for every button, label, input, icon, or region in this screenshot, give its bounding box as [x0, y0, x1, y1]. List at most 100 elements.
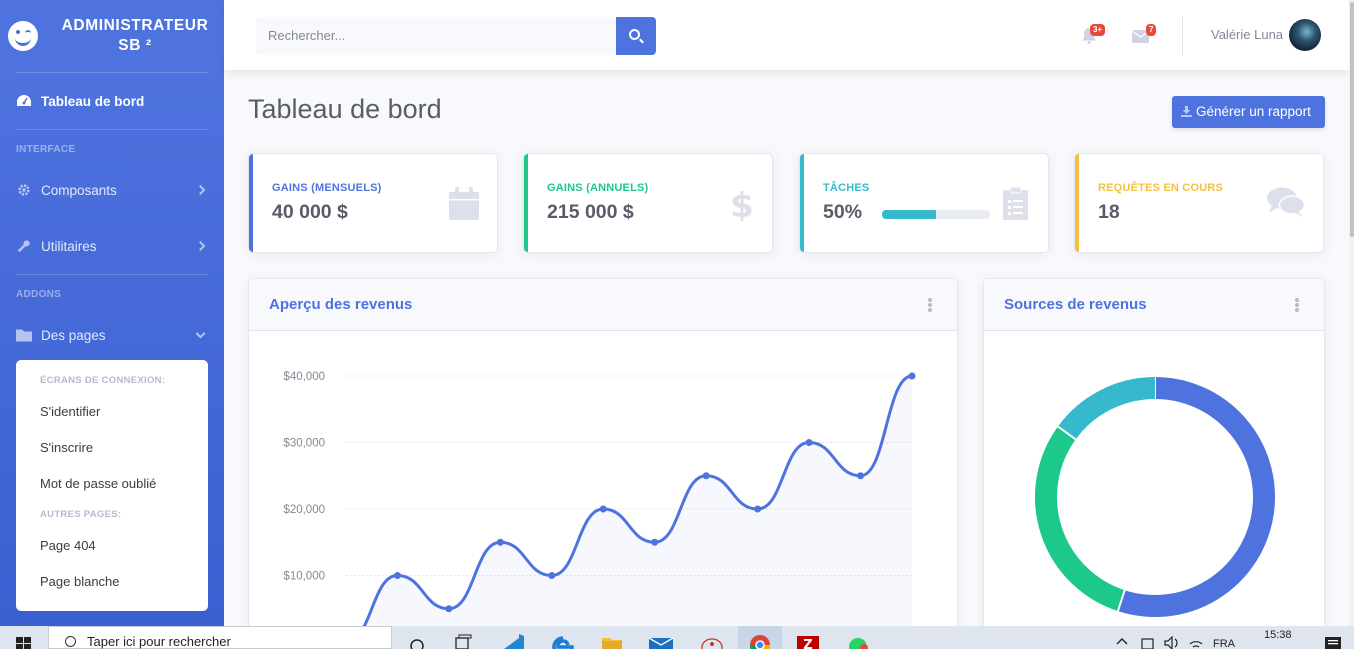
- sidebar-heading-addons: ADDONS: [16, 289, 62, 300]
- avatar[interactable]: [1289, 19, 1321, 51]
- y-tick-label: $30,000: [283, 438, 325, 450]
- sidebar-item-pages[interactable]: Des pages: [0, 307, 224, 363]
- svg-text:Z: Z: [803, 638, 812, 649]
- data-point: [857, 472, 865, 480]
- data-point: [908, 372, 916, 380]
- sidebar-item-components[interactable]: Composants: [0, 162, 224, 218]
- data-point: [599, 505, 607, 513]
- sidebar-item-label: Utilitaires: [41, 238, 97, 254]
- stat-value: 50%: [823, 201, 863, 223]
- sidebar-item-label: Des pages: [41, 327, 106, 343]
- file-explorer-icon[interactable]: [600, 632, 622, 649]
- tray-chevron-up-icon[interactable]: [1116, 636, 1128, 649]
- taskbar-search-input[interactable]: Taper ici pour rechercher: [48, 626, 392, 649]
- submenu-item-login[interactable]: S'identifier: [16, 394, 208, 430]
- progress-fill: [882, 210, 936, 219]
- windows-start-icon[interactable]: [16, 637, 32, 649]
- donut-slice: [1035, 426, 1125, 612]
- clipboard-icon: [1003, 187, 1028, 220]
- data-point: [651, 538, 659, 546]
- search-icon: [65, 636, 76, 647]
- submenu-heading-other: AUTRES PAGES:: [40, 509, 122, 520]
- generate-report-label: Générer un rapport: [1196, 104, 1311, 119]
- taskbar-search-placeholder: Taper ici pour rechercher: [87, 634, 231, 649]
- language-indicator[interactable]: FRA: [1213, 638, 1235, 649]
- chrome-icon[interactable]: [738, 626, 782, 649]
- download-icon: [1181, 106, 1192, 117]
- card-header: Aperçu des revenus: [249, 279, 957, 331]
- stat-value: 18: [1098, 201, 1120, 223]
- sidebar: ADMINISTRATEUR SB ² Tableau de bord INTE…: [0, 0, 224, 626]
- search-input[interactable]: Rechercher...: [256, 17, 616, 55]
- user-name[interactable]: Valérie Luna: [1211, 27, 1283, 42]
- submenu-item-forgot-password[interactable]: Mot de passe oublié: [16, 466, 208, 502]
- revenue-overview-card: Aperçu des revenus $40,000 $30,000 $20,000…: [248, 278, 958, 638]
- sidebar-item-dashboard[interactable]: Tableau de bord: [0, 73, 224, 129]
- stat-label: REQUÊTES EN COURS: [1098, 182, 1224, 194]
- card-title: Sources de revenus: [1004, 296, 1147, 313]
- chevron-down-icon: [195, 328, 206, 339]
- laugh-wink-icon: [8, 21, 38, 51]
- stat-card-tasks: TÂCHES 50%: [799, 153, 1049, 253]
- messages-badge: 7: [1146, 24, 1157, 36]
- search-icon: [629, 29, 640, 40]
- ellipsis-vertical-icon[interactable]: [1295, 298, 1299, 312]
- data-point: [393, 572, 401, 579]
- stat-label: GAINS (MENSUELS): [272, 182, 382, 194]
- mail-icon[interactable]: [648, 632, 674, 649]
- alerts-button[interactable]: 3+: [1082, 24, 1106, 49]
- card-accent: [1075, 154, 1079, 252]
- donut-slice: [1057, 377, 1156, 440]
- y-tick-label: $10,000: [283, 571, 325, 583]
- folder-icon: [16, 329, 32, 342]
- chevron-right-icon: [195, 241, 206, 251]
- volume-icon[interactable]: [1164, 635, 1182, 649]
- data-point: [702, 472, 710, 480]
- submenu-item-404[interactable]: Page 404: [16, 528, 208, 564]
- clock-time[interactable]: 15:38: [1264, 629, 1292, 641]
- whatsapp-icon[interactable]: [846, 632, 868, 649]
- brand-text: ADMINISTRATEUR SB ²: [61, 16, 209, 54]
- data-point: [548, 572, 556, 579]
- windows-taskbar: Taper ici pour rechercher Z FRA 15:38: [0, 626, 1354, 649]
- stat-card-annual: GAINS (ANNUELS) 215 000 $ $: [523, 153, 773, 253]
- submenu-item-blank[interactable]: Page blanche: [16, 564, 208, 600]
- data-point: [754, 505, 762, 513]
- scrollbar-thumb[interactable]: [1350, 2, 1354, 237]
- tasks-progress-bar: [882, 210, 990, 219]
- sidebar-item-utilities[interactable]: Utilitaires: [0, 218, 224, 274]
- app-icon[interactable]: [700, 632, 723, 649]
- edge-icon[interactable]: [552, 632, 574, 649]
- topbar: Rechercher... 3+ 7 Valérie Luna: [224, 0, 1354, 70]
- sidebar-item-label: Tableau de bord: [41, 93, 145, 109]
- submenu-heading-login: ÉCRANS DE CONNEXION:: [40, 375, 166, 386]
- stat-card-requests: REQUÊTES EN COURS 18: [1074, 153, 1324, 253]
- generate-report-button[interactable]: Générer un rapport: [1172, 96, 1325, 128]
- stat-value: 40 000 $: [272, 201, 348, 223]
- donut-slice: [1117, 377, 1275, 617]
- submenu-item-register[interactable]: S'inscrire: [16, 430, 208, 466]
- filezilla-icon[interactable]: Z: [796, 632, 819, 649]
- alerts-badge: 3+: [1090, 24, 1106, 36]
- sidebar-heading-interface: INTERFACE: [16, 144, 76, 155]
- network-icon[interactable]: [1140, 636, 1156, 649]
- messages-button[interactable]: 7: [1131, 24, 1157, 48]
- vscode-icon[interactable]: [502, 632, 524, 649]
- cog-icon: [18, 184, 30, 196]
- search-button[interactable]: [616, 17, 656, 55]
- card-accent: [800, 154, 804, 252]
- card-title: Aperçu des revenus: [269, 296, 413, 313]
- stat-value: 215 000 $: [547, 201, 634, 223]
- calendar-icon: [449, 187, 479, 220]
- donut-chart: [1035, 377, 1275, 617]
- data-point: [805, 439, 813, 446]
- wifi-icon[interactable]: [1188, 636, 1204, 649]
- cortana-icon[interactable]: [408, 632, 430, 649]
- y-tick-label: $40,000: [283, 371, 325, 383]
- notifications-icon[interactable]: [1324, 636, 1342, 649]
- data-point: [496, 538, 504, 546]
- sidebar-brand[interactable]: ADMINISTRATEUR SB ²: [0, 0, 224, 72]
- task-view-icon[interactable]: [454, 632, 476, 649]
- ellipsis-vertical-icon[interactable]: [928, 298, 932, 312]
- topbar-divider: [1182, 16, 1183, 56]
